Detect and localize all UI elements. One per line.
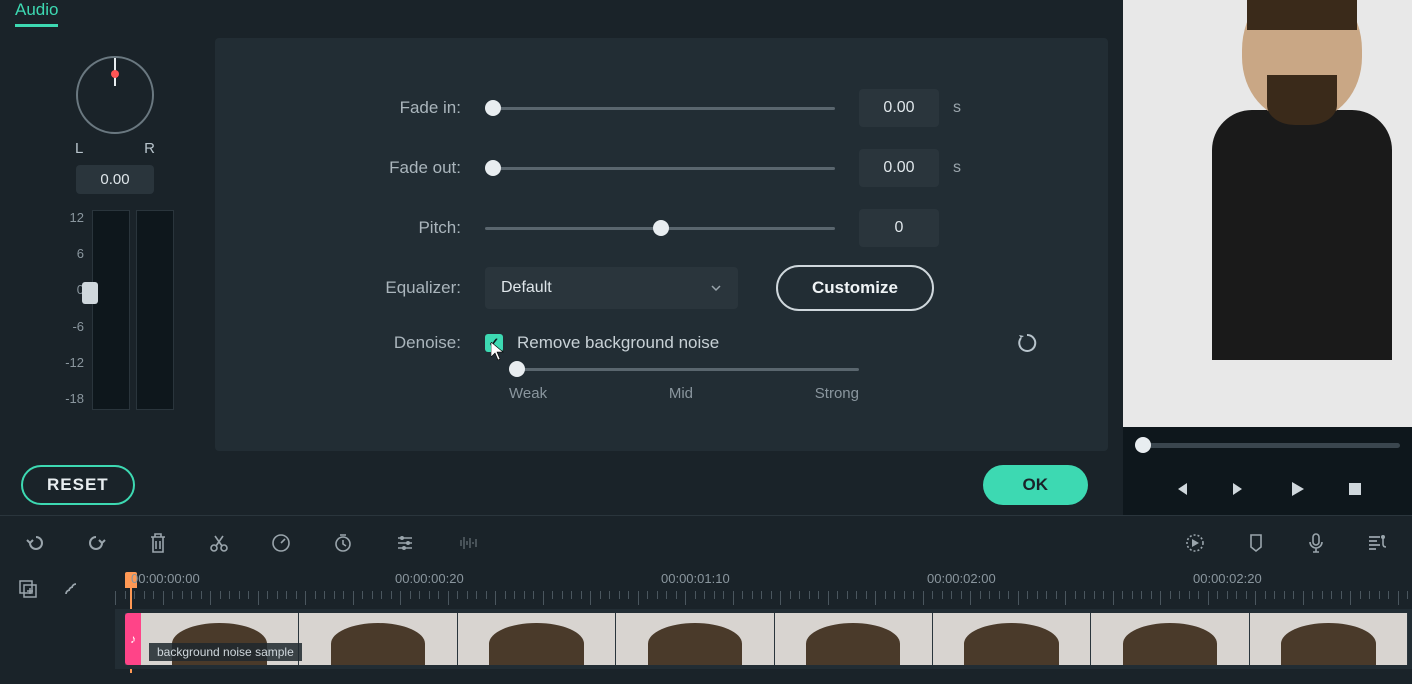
preview-panel <box>1123 0 1412 515</box>
mixer-button[interactable] <box>1366 532 1388 554</box>
fade-out-unit: s <box>953 159 961 177</box>
preview-viewport <box>1123 0 1412 427</box>
pan-knob[interactable] <box>76 56 154 134</box>
chevron-down-icon <box>710 282 722 294</box>
tab-audio[interactable]: Audio <box>15 0 58 27</box>
delete-button[interactable] <box>148 532 168 554</box>
fade-in-value[interactable]: 0.00 <box>859 89 939 127</box>
voiceover-button[interactable] <box>1306 532 1326 554</box>
pitch-slider[interactable] <box>485 227 835 230</box>
fade-out-label: Fade out: <box>235 158 485 178</box>
marker-button[interactable] <box>1246 532 1266 554</box>
pan-value[interactable]: 0.00 <box>76 165 153 194</box>
reset-denoise-icon[interactable] <box>1016 332 1038 354</box>
denoise-slider[interactable]: Weak Mid Strong <box>509 368 859 402</box>
audio-wave-button[interactable] <box>456 532 482 554</box>
play-button[interactable] <box>1288 480 1306 498</box>
customize-button[interactable]: Customize <box>776 265 934 311</box>
ok-button[interactable]: OK <box>983 465 1089 505</box>
clip[interactable]: ♪ background noise sample <box>125 613 1408 665</box>
undo-button[interactable] <box>24 532 46 554</box>
pitch-label: Pitch: <box>235 218 485 238</box>
stop-button[interactable] <box>1346 480 1364 498</box>
clip-handle-icon[interactable]: ♪ <box>125 613 141 665</box>
next-frame-button[interactable] <box>1230 480 1248 498</box>
cursor-icon <box>491 342 507 362</box>
fade-out-value[interactable]: 0.00 <box>859 149 939 187</box>
clip-label: background noise sample <box>149 643 302 661</box>
denoise-mid-label: Mid <box>669 385 693 402</box>
adjust-button[interactable] <box>394 532 416 554</box>
speed-button[interactable] <box>270 532 292 554</box>
fade-out-slider[interactable] <box>485 167 835 170</box>
add-track-button[interactable] <box>18 579 38 599</box>
denoise-checkbox[interactable]: ✓ <box>485 334 503 352</box>
video-track[interactable]: ♪ background noise sample <box>115 609 1412 669</box>
vu-scale: 12 6 0 -6 -12 -18 <box>56 210 84 410</box>
pan-l-label: L <box>75 140 83 157</box>
reset-button[interactable]: RESET <box>21 465 135 505</box>
track-header[interactable] <box>0 609 115 669</box>
audio-panel: Audio L R 0.00 12 6 0 -6 - <box>0 0 1123 515</box>
preview-scrubber[interactable] <box>1135 443 1400 448</box>
redo-button[interactable] <box>86 532 108 554</box>
pan-r-label: R <box>144 140 155 157</box>
prev-frame-button[interactable] <box>1172 480 1190 498</box>
equalizer-dropdown[interactable]: Default <box>485 267 738 309</box>
left-meter: L R 0.00 12 6 0 -6 -12 -18 <box>15 38 215 451</box>
split-button[interactable] <box>208 532 230 554</box>
timeline-ruler[interactable]: 00:00:00:00 00:00:00:20 00:00:01:10 00:0… <box>115 569 1412 609</box>
fade-in-slider[interactable] <box>485 107 835 110</box>
denoise-label: Denoise: <box>235 333 485 353</box>
denoise-checkbox-label: Remove background noise <box>517 333 719 353</box>
duration-button[interactable] <box>332 532 354 554</box>
denoise-strong-label: Strong <box>815 385 859 402</box>
fade-in-unit: s <box>953 99 961 117</box>
controls-panel: Fade in: 0.00 s Fade out: 0.00 s <box>215 38 1108 451</box>
vu-meter[interactable] <box>92 210 174 410</box>
render-button[interactable] <box>1184 532 1206 554</box>
fade-in-label: Fade in: <box>235 98 485 118</box>
denoise-weak-label: Weak <box>509 385 547 402</box>
pitch-value[interactable]: 0 <box>859 209 939 247</box>
timeline: 00:00:00:00 00:00:00:20 00:00:01:10 00:0… <box>0 515 1412 684</box>
link-button[interactable] <box>60 578 82 600</box>
equalizer-label: Equalizer: <box>235 278 485 298</box>
